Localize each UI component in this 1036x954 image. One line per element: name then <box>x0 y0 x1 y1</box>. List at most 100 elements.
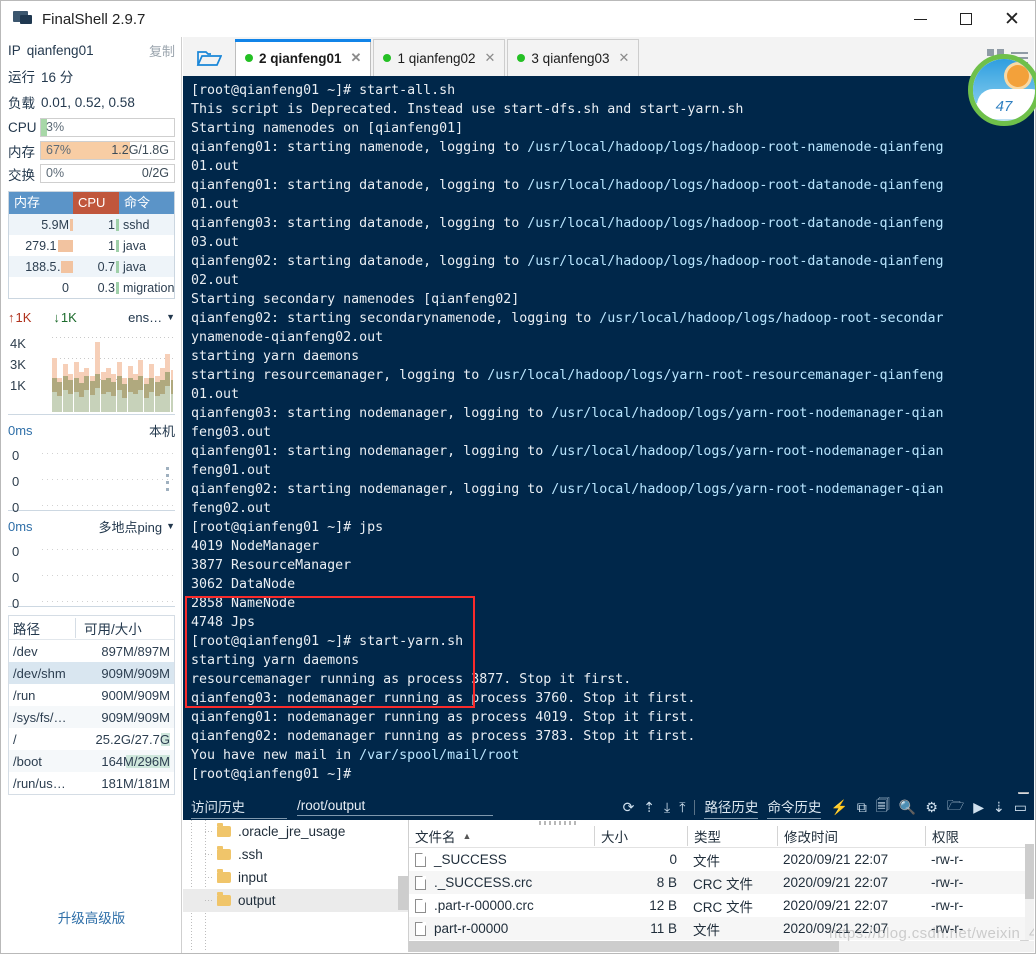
process-row[interactable]: 5.9M 1 sshd <box>9 214 174 235</box>
tab-qianfeng03[interactable]: 3 qianfeng03 ✕ <box>507 39 640 76</box>
upgrade-link[interactable]: 升级高级版 <box>2 907 181 927</box>
main-area: 2 qianfeng01 ✕ 1 qianfeng02 ✕ 3 qianfeng03 ✕ … <box>183 37 1036 952</box>
download-arrow-icon[interactable]: ⇣ <box>993 799 1005 816</box>
search-icon[interactable]: 🔍 <box>899 799 916 816</box>
multi-ping-plot: 0 0 0 <box>8 537 175 611</box>
tree-node[interactable]: .oracle_jre_usage <box>183 820 408 843</box>
upload-arrow-icon: ↑ <box>8 309 15 325</box>
header-filename-label: 文件名 <box>415 829 456 845</box>
disk-path: /run/us… <box>13 775 66 791</box>
command-history-button[interactable]: 命令历史 <box>767 796 822 819</box>
window-controls: ✕ <box>897 1 1035 37</box>
file-list[interactable]: 文件名 ▲ 大小 类型 修改时间 权限 _SUCCESS 0 文件 2020/09/2… <box>409 820 1034 952</box>
file-list-scroll-thumb[interactable] <box>1025 844 1034 899</box>
tree-node[interactable]: input <box>183 866 408 889</box>
disk-row[interactable]: /boot 164M/296M <box>9 750 174 772</box>
disk-row[interactable]: /run 900M/909M <box>9 684 174 706</box>
lp-2: 0 <box>12 500 20 515</box>
tab-qianfeng02[interactable]: 1 qianfeng02 ✕ <box>373 39 506 76</box>
folder-icon <box>217 892 231 906</box>
file-list-hscrollbar[interactable] <box>409 941 1034 952</box>
app-icon <box>13 10 33 28</box>
folder-icon[interactable]: 🗁 <box>947 795 964 819</box>
tab-close-icon[interactable]: ✕ <box>351 50 362 66</box>
chevron-down-icon: ▼ <box>166 312 175 322</box>
file-row[interactable]: .part-r-00000.crc 12 B CRC 文件 2020/09/21 22… <box>409 894 1034 917</box>
tab-close-icon[interactable]: ✕ <box>485 50 496 66</box>
col-cmd[interactable]: 命令 <box>119 192 174 214</box>
interface-selector[interactable]: ens… ▼ <box>128 310 175 325</box>
play-icon[interactable]: ▶ <box>973 799 984 816</box>
upload-arrow-icon[interactable]: ⇡ <box>643 799 655 816</box>
disk-row[interactable]: /dev/shm 909M/909M <box>9 662 174 684</box>
multi-ping-selector[interactable]: 多地点ping ▼ <box>98 517 175 536</box>
file-toolbar-icons: ⟳ ⇡ ⤓ ⤒ 路径历史 命令历史 ⚡ ⧉ 🗐 🔍 ⚙ 🗁 ▶ ⇣ ▭ <box>623 795 1034 819</box>
refresh-icon[interactable]: ⟳ <box>623 799 635 816</box>
gear-icon[interactable]: ⚙ <box>925 799 938 816</box>
local-ping-axis: 0 0 0 <box>12 443 19 521</box>
path-input[interactable]: /root/output <box>297 798 493 816</box>
download-icon[interactable]: ⤓ <box>664 799 670 816</box>
bolt-icon[interactable]: ⚡ <box>830 799 847 816</box>
file-perm: -rw-r- <box>931 875 964 890</box>
file-name: part-r-00000 <box>409 921 594 936</box>
header-type[interactable]: 类型 <box>687 825 777 846</box>
local-ping-label: 本机 <box>148 423 175 439</box>
close-button[interactable]: ✕ <box>989 1 1035 37</box>
process-row[interactable]: 0 0.3 migration <box>9 277 174 298</box>
col-cpu[interactable]: CPU <box>73 192 119 214</box>
file-row[interactable]: _SUCCESS 0 文件 2020/09/21 22:07 -rw-r- <box>409 848 1034 871</box>
network-stats-row: ↑ 1K ↓ 1K ens… ▼ <box>8 305 175 329</box>
file-size: 12 B <box>649 898 677 913</box>
window-icon[interactable]: ▭ <box>1014 799 1027 816</box>
process-cpu: 0.3 <box>73 281 119 295</box>
tree-node[interactable]: output <box>183 889 408 912</box>
tree-scroll-thumb[interactable] <box>398 876 408 910</box>
paste-icon[interactable]: 🗐 <box>876 795 890 819</box>
net-bar-rx <box>73 392 79 412</box>
file-list-hscroll-thumb[interactable] <box>409 941 839 952</box>
tab-close-icon[interactable]: ✕ <box>619 50 630 66</box>
tree-node[interactable]: .ssh <box>183 843 408 866</box>
net-bar-rx <box>111 396 117 412</box>
disk-row[interactable]: /dev 897M/897M <box>9 640 174 662</box>
net-bar-rx <box>57 396 63 412</box>
terminal-scrollbar[interactable] <box>1017 76 1031 794</box>
net-bar-rx <box>89 395 95 412</box>
col-mem[interactable]: 内存 <box>9 192 73 214</box>
copy-button[interactable]: 复制 <box>149 41 175 60</box>
process-row[interactable]: 188.5… 0.7 java <box>9 256 174 277</box>
visit-history-button[interactable]: 访问历史 <box>191 796 287 819</box>
tab-qianfeng01[interactable]: 2 qianfeng01 ✕ <box>235 39 372 76</box>
path-history-button[interactable]: 路径历史 <box>704 796 759 819</box>
file-row[interactable]: ._SUCCESS.crc 8 B CRC 文件 2020/09/21 22:07 -r… <box>409 871 1034 894</box>
process-mem: 279.1… <box>9 239 73 253</box>
disk-row[interactable]: /sys/fs/… 909M/909M <box>9 706 174 728</box>
header-perm[interactable]: 权限 <box>925 825 1034 846</box>
disk-row[interactable]: / 25.2G/27.7G <box>9 728 174 750</box>
status-dot-icon <box>383 54 392 62</box>
open-folder-icon[interactable] <box>183 39 235 76</box>
copy-icon[interactable]: ⧉ <box>857 799 867 816</box>
meter-label: 内存 <box>8 144 35 160</box>
watermark: https://blog.csdn.net/weixin_47790156 <box>829 925 1034 942</box>
directory-tree[interactable]: .oracle_jre_usage .ssh input output <box>183 820 409 952</box>
tab-label: 1 qianfeng02 <box>397 50 476 66</box>
header-size[interactable]: 大小 <box>594 825 687 846</box>
panel-grip[interactable] <box>539 821 577 825</box>
header-filename[interactable]: 文件名 ▲ <box>409 826 594 846</box>
maximize-button[interactable] <box>943 1 989 37</box>
minimize-button[interactable] <box>897 1 943 37</box>
upload-icon[interactable]: ⤒ <box>679 799 685 816</box>
weather-widget[interactable]: 47 <box>968 54 1036 126</box>
terminal[interactable]: [root@qianfeng01 ~]# start-all.sh This s… <box>183 76 1034 794</box>
net-bar-rx <box>160 394 165 412</box>
file-icon <box>415 852 426 867</box>
tree-scrollbar[interactable] <box>398 820 408 952</box>
process-cpu: 0.7 <box>73 260 119 274</box>
header-time[interactable]: 修改时间 <box>777 825 925 846</box>
process-row[interactable]: 279.1… 1 java <box>9 235 174 256</box>
disk-row[interactable]: /run/us… 181M/181M <box>9 772 174 794</box>
net-bar-rx <box>143 398 149 412</box>
net-bar-rx <box>68 394 74 412</box>
